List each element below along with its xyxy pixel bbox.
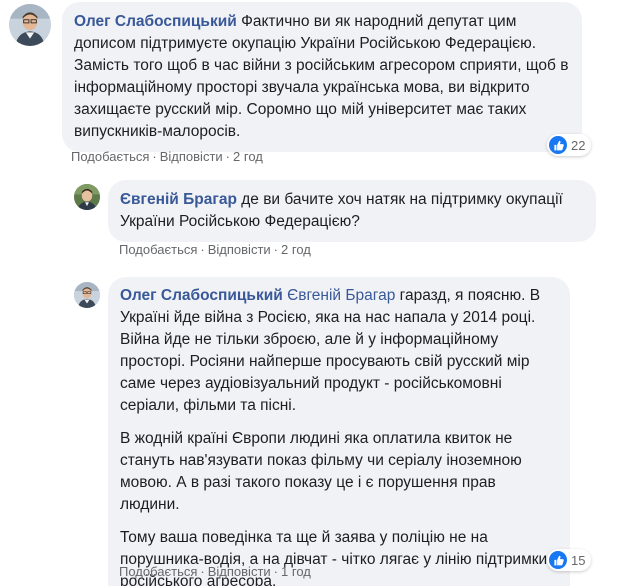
reactions-badge[interactable]: 22 — [547, 134, 592, 156]
separator-dot: · — [152, 149, 157, 164]
reaction-count: 15 — [571, 552, 586, 568]
comment-actions: Подобається · Відповісти · 2 год — [119, 242, 311, 258]
reply-link[interactable]: Відповісти — [208, 564, 271, 579]
separator-dot: · — [273, 564, 279, 579]
like-link[interactable]: Подобається — [119, 242, 197, 257]
comment-author[interactable]: Олег Слабоспицький — [74, 13, 237, 30]
comment-text: Олег Слабоспицький Фактично ви як народн… — [74, 11, 570, 143]
profile-photo-icon — [74, 282, 100, 308]
comment-author[interactable]: Олег Слабоспицький — [120, 287, 283, 304]
reply-link[interactable]: Відповісти — [160, 149, 223, 164]
like-icon — [549, 551, 567, 569]
profile-photo-icon — [74, 184, 100, 210]
separator-dot: · — [200, 242, 205, 257]
reaction-count: 22 — [571, 137, 586, 153]
comment-paragraph: В жодній країні Європи людині яка оплати… — [120, 430, 522, 513]
comment-text: Євгеній Брагар де ви бачите хоч натяк на… — [120, 189, 584, 233]
comment-actions: Подобається · Відповісти · 1 год — [119, 564, 311, 580]
comment-bubble: Олег Слабоспицький Фактично ви як народн… — [62, 2, 582, 152]
comment-text: Олег Слабоспицький Євгеній Брагар гаразд… — [120, 285, 558, 417]
reactions-badge[interactable]: 15 — [547, 549, 592, 571]
timestamp-link[interactable]: 2 год — [281, 242, 311, 257]
separator-dot: · — [273, 242, 279, 257]
profile-photo-icon — [9, 4, 51, 46]
avatar[interactable] — [74, 282, 100, 308]
comment-body: Фактично ви як народний депутат цим допи… — [74, 13, 569, 140]
avatar[interactable] — [74, 184, 100, 210]
timestamp-link[interactable]: 1 год — [281, 564, 311, 579]
like-icon — [549, 136, 567, 154]
comment-author[interactable]: Євгеній Брагар — [120, 191, 237, 208]
comment-bubble: Олег Слабоспицький Євгеній Брагар гаразд… — [108, 277, 570, 586]
comment-body: гаразд, я поясню. В Україні йде війна з … — [120, 287, 541, 414]
comment-bubble: Євгеній Брагар де ви бачите хоч натяк на… — [108, 180, 596, 242]
avatar[interactable] — [9, 4, 51, 46]
mention-link[interactable]: Євгеній Брагар — [287, 287, 395, 304]
like-link[interactable]: Подобається — [71, 149, 149, 164]
separator-dot: · — [225, 149, 231, 164]
separator-dot: · — [200, 564, 205, 579]
like-link[interactable]: Подобається — [119, 564, 197, 579]
reply-link[interactable]: Відповісти — [208, 242, 271, 257]
timestamp-link[interactable]: 2 год — [233, 149, 263, 164]
comment-actions: Подобається · Відповісти · 2 год — [71, 149, 263, 165]
